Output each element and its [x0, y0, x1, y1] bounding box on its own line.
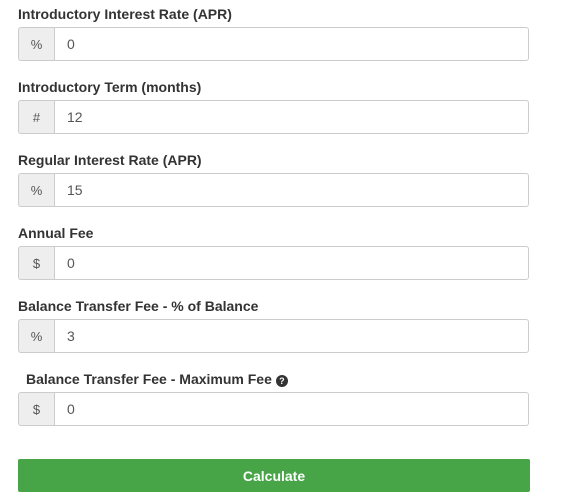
intro-interest-rate-input[interactable]: [54, 27, 529, 61]
intro-term-group: #: [18, 100, 529, 134]
dollar-addon: $: [18, 246, 54, 280]
percent-addon: %: [18, 173, 54, 207]
balance-transfer-max-fee-input[interactable]: [54, 392, 529, 426]
number-addon: #: [18, 100, 54, 134]
balance-transfer-max-fee-label-wrap: Balance Transfer Fee - Maximum Fee?: [26, 370, 288, 388]
calculate-button[interactable]: Calculate: [18, 459, 530, 492]
intro-interest-rate-label: Introductory Interest Rate (APR): [18, 6, 232, 22]
regular-interest-rate-input[interactable]: [54, 173, 529, 207]
regular-interest-rate-label: Regular Interest Rate (APR): [18, 152, 202, 168]
question-circle-icon[interactable]: ?: [275, 375, 288, 387]
balance-transfer-fee-percent-input[interactable]: [54, 319, 529, 353]
balance-transfer-max-fee-label: Balance Transfer Fee - Maximum Fee: [26, 371, 272, 387]
regular-interest-rate-group: %: [18, 173, 529, 207]
percent-addon: %: [18, 319, 54, 353]
annual-fee-input[interactable]: [54, 246, 529, 280]
intro-term-label: Introductory Term (months): [18, 79, 202, 95]
balance-transfer-max-fee-group: $: [18, 392, 529, 426]
dollar-addon: $: [18, 392, 54, 426]
balance-transfer-fee-percent-label: Balance Transfer Fee - % of Balance: [18, 298, 259, 314]
annual-fee-group: $: [18, 246, 529, 280]
intro-interest-rate-group: %: [18, 27, 529, 61]
percent-addon: %: [18, 27, 54, 61]
intro-term-input[interactable]: [54, 100, 529, 134]
balance-transfer-fee-percent-group: %: [18, 319, 529, 353]
annual-fee-label: Annual Fee: [18, 225, 94, 241]
